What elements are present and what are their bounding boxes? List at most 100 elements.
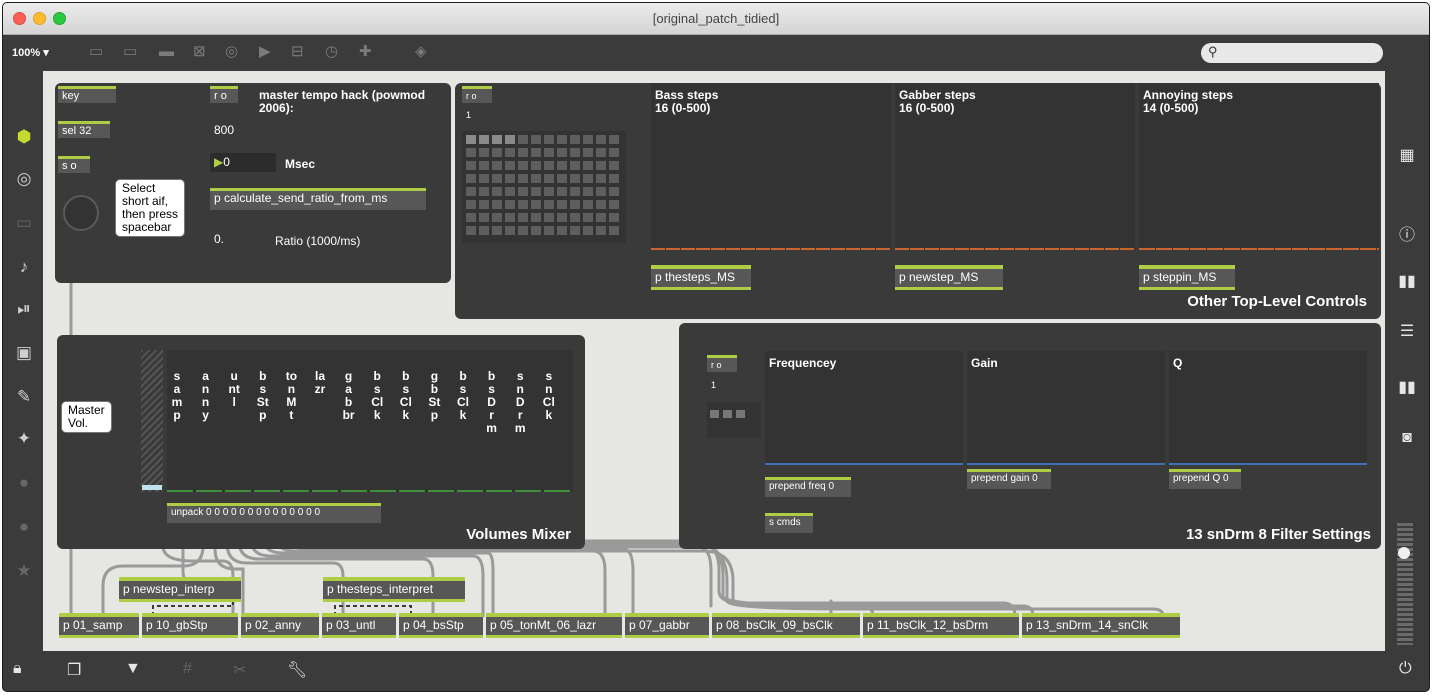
matrix-cell[interactable]: [518, 174, 528, 183]
matrix-cell[interactable]: [583, 148, 593, 157]
matrix-cell[interactable]: [557, 135, 567, 144]
matrix-cell[interactable]: [583, 174, 593, 183]
matrix-cell[interactable]: [544, 161, 554, 170]
matrix-cell[interactable]: [492, 200, 502, 209]
channel-patcher[interactable]: p 02_anny: [241, 613, 319, 638]
camera-icon[interactable]: ◙: [1396, 429, 1418, 447]
value-message[interactable]: 1: [707, 377, 735, 394]
matrix-cell[interactable]: [531, 161, 541, 170]
matrix-cell[interactable]: [557, 148, 567, 157]
target-icon[interactable]: ◎: [13, 169, 35, 189]
frequency-multislider[interactable]: Frequencey: [765, 351, 963, 465]
matrix-cell[interactable]: [531, 187, 541, 196]
receive-o-object[interactable]: r o: [707, 355, 737, 372]
windows-icon[interactable]: ❐: [67, 660, 81, 680]
prepend-q-object[interactable]: prepend Q 0: [1169, 469, 1241, 489]
gain-multislider[interactable]: Gain: [967, 351, 1165, 465]
annoying-steps-multislider[interactable]: Annoying steps 14 (0-500): [1139, 83, 1379, 250]
channel-patcher[interactable]: p 04_bsStp: [399, 613, 483, 638]
patch-canvas[interactable]: key sel 32 s o Select short aif, then pr…: [43, 71, 1385, 651]
image-icon[interactable]: ▣: [13, 343, 35, 363]
matrix-cell[interactable]: [583, 135, 593, 144]
matrix-cell[interactable]: [583, 161, 593, 170]
info-icon[interactable]: ⓘ: [1396, 221, 1418, 245]
matrix-cell[interactable]: [583, 187, 593, 196]
matrix-cell[interactable]: [479, 213, 489, 222]
matrix-cell[interactable]: [531, 135, 541, 144]
matrix-cell[interactable]: [596, 200, 606, 209]
matrix-cell[interactable]: [609, 161, 619, 170]
matrix-cell[interactable]: [544, 148, 554, 157]
presentation-icon[interactable]: ▼: [125, 660, 141, 678]
channel-patcher[interactable]: p 01_samp: [59, 613, 139, 638]
matrix-cell[interactable]: [505, 213, 515, 222]
slider-object-icon[interactable]: ⊟: [291, 44, 304, 60]
matrix-cell[interactable]: [479, 161, 489, 170]
matrix-cell[interactable]: [505, 148, 515, 157]
comment-icon[interactable]: ▬: [159, 44, 174, 60]
matrix-cell[interactable]: [596, 226, 606, 235]
paperclip-icon[interactable]: ✎: [13, 387, 35, 407]
b-circle-icon[interactable]: ●: [13, 517, 35, 537]
bass-steps-multislider[interactable]: Bass steps 16 (0-500): [651, 83, 891, 250]
value-message[interactable]: 1: [462, 107, 490, 124]
matrix-cell[interactable]: [531, 174, 541, 183]
matrix-cell[interactable]: [518, 226, 528, 235]
matrix-cell[interactable]: [518, 135, 528, 144]
channel-patcher[interactable]: p 13_snDrm_14_snClk: [1022, 613, 1180, 638]
matrix-cell[interactable]: [557, 161, 567, 170]
search-field[interactable]: ⚲: [1201, 43, 1383, 63]
grid-dots-icon[interactable]: ▦: [1396, 145, 1418, 165]
master-volume-thumb[interactable]: [142, 485, 162, 490]
matrix-cell[interactable]: [492, 135, 502, 144]
level-meter-knob[interactable]: [1398, 547, 1410, 559]
dial-object-icon[interactable]: ◷: [325, 44, 338, 60]
matrix-cell[interactable]: [518, 187, 528, 196]
matrix-cell[interactable]: [570, 148, 580, 157]
matrix-cell[interactable]: [479, 135, 489, 144]
matrix-cell[interactable]: [557, 200, 567, 209]
matrix-cell[interactable]: [518, 200, 528, 209]
matrix-cell[interactable]: [505, 161, 515, 170]
matrix-cell[interactable]: [492, 148, 502, 157]
gabber-steps-multislider[interactable]: Gabber steps 16 (0-500): [895, 83, 1135, 250]
button-object-icon[interactable]: ⊠: [193, 44, 206, 60]
matrix-cell[interactable]: [466, 161, 476, 170]
matrix-cell[interactable]: [531, 213, 541, 222]
plug-icon[interactable]: ✦: [13, 429, 35, 449]
matrix-cell[interactable]: [479, 200, 489, 209]
unpack-object[interactable]: unpack 0 0 0 0 0 0 0 0 0 0 0 0 0 0: [167, 503, 381, 523]
matrix-cell[interactable]: [479, 187, 489, 196]
matrix-cell[interactable]: [557, 226, 567, 235]
music-note-icon[interactable]: ♪: [13, 257, 35, 277]
step-forward-icon[interactable]: ⏯: [13, 299, 35, 319]
prepend-freq-object[interactable]: prepend freq 0: [765, 477, 851, 497]
thesteps-interpret-patcher[interactable]: p thesteps_interpret: [323, 577, 465, 602]
matrix-cell[interactable]: [583, 200, 593, 209]
prepend-gain-object[interactable]: prepend gain 0: [967, 469, 1051, 489]
matrix-cell[interactable]: [544, 174, 554, 183]
matrix-cell[interactable]: [505, 174, 515, 183]
matrix-cell[interactable]: [570, 187, 580, 196]
message-box-icon[interactable]: ▭: [123, 44, 137, 60]
matrix-cell[interactable]: [557, 187, 567, 196]
paint-bucket-icon[interactable]: ◈: [415, 44, 427, 60]
toggle-object-icon[interactable]: ◎: [225, 44, 238, 60]
matrix-cell[interactable]: [544, 200, 554, 209]
matrix-cell[interactable]: [557, 174, 567, 183]
matrix-cell[interactable]: [570, 213, 580, 222]
add-object-icon[interactable]: ✚: [359, 44, 372, 60]
matrix-cell[interactable]: [505, 187, 515, 196]
matrix-cell[interactable]: [596, 174, 606, 183]
sel-object[interactable]: sel 32: [58, 121, 110, 138]
matrix-cell[interactable]: [492, 213, 502, 222]
matrix-cell[interactable]: [570, 226, 580, 235]
send-cmds-object[interactable]: s cmds: [765, 513, 813, 533]
play-button[interactable]: [63, 195, 99, 231]
matrix-cell[interactable]: [609, 174, 619, 183]
newstep-ms-patcher[interactable]: p newstep_MS: [895, 265, 1003, 290]
matrix-cell[interactable]: [583, 213, 593, 222]
package-cube-icon[interactable]: ⬢: [13, 127, 35, 147]
matrix-cell[interactable]: [479, 174, 489, 183]
matrix-cell[interactable]: [518, 213, 528, 222]
